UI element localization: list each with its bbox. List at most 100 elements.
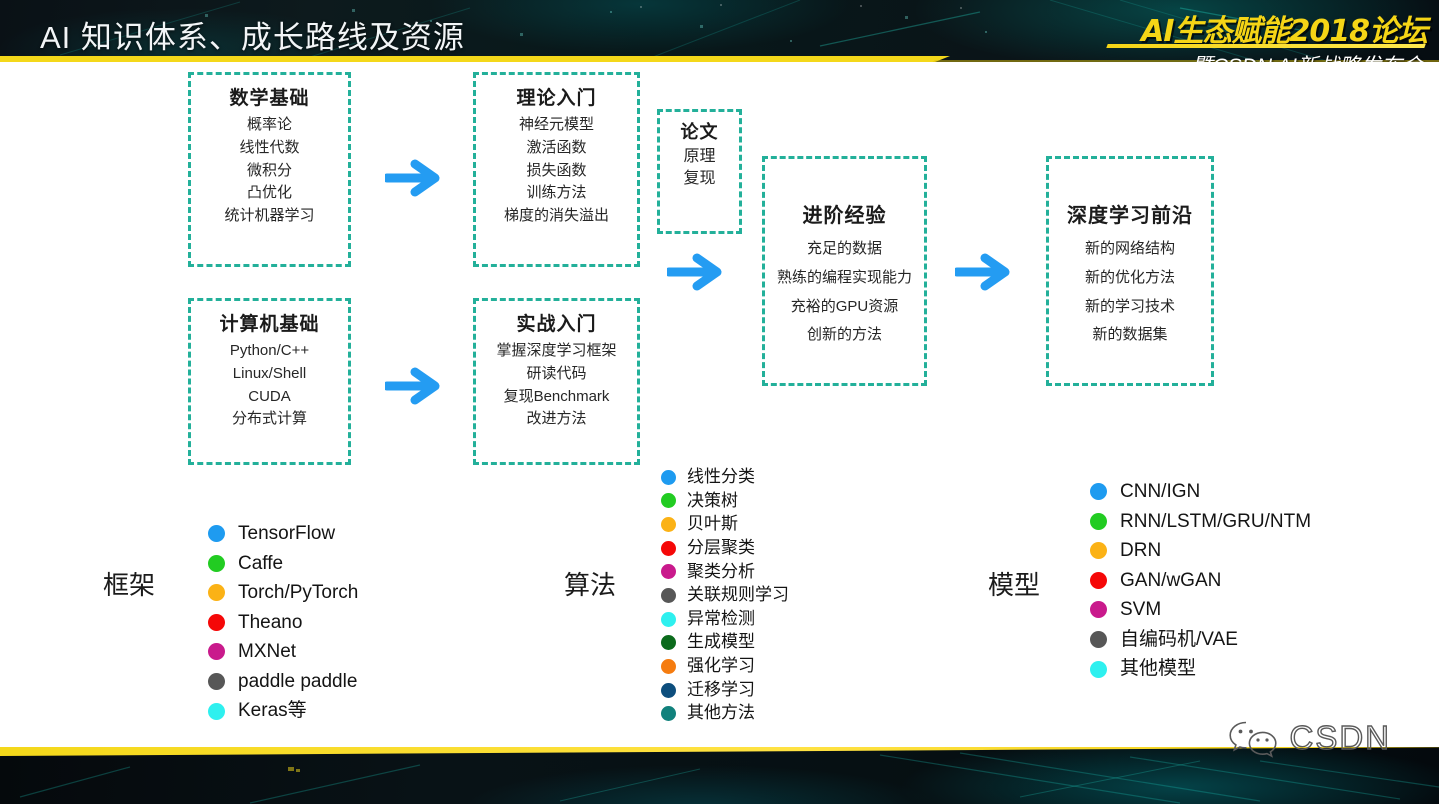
legend-item: RNN/LSTM/GRU/NTM — [1090, 508, 1311, 536]
color-dot — [208, 613, 225, 631]
wechat-icon — [1229, 721, 1278, 758]
legend-item: 强化学习 — [661, 654, 789, 679]
legend-item: 线性分类 — [661, 465, 789, 490]
box-title: 数学基础 — [229, 88, 310, 109]
legend-label: Caffe — [238, 552, 284, 574]
box-item: 创新的方法 — [806, 326, 882, 344]
legend-item: 其他方法 — [661, 701, 789, 726]
legend-item: CNN/IGN — [1090, 478, 1311, 506]
legend-label: 生成模型 — [687, 632, 755, 652]
box-title: 计算机基础 — [219, 314, 320, 335]
slide-body: 数学基础 概率论 线性代数 微积分 凸优化 统计机器学习 计算机基础 Pytho… — [0, 62, 1439, 747]
color-dot — [661, 588, 676, 604]
color-dot — [661, 517, 676, 533]
color-dot — [208, 554, 225, 572]
color-dot — [661, 635, 676, 651]
legend-label: DRN — [1120, 540, 1162, 562]
color-dot — [208, 584, 225, 602]
box-title: 理论入门 — [516, 88, 597, 109]
csdn-wechat-mark: CSDN — [1227, 718, 1391, 758]
color-dot — [208, 643, 225, 661]
legend-label: 迁移学习 — [687, 679, 755, 699]
box-item: Python/C++ — [229, 342, 310, 359]
color-dot — [661, 658, 676, 674]
legend-item: MXNet — [208, 638, 358, 666]
legend-label: 分层聚类 — [687, 537, 755, 557]
legend-label: paddle paddle — [238, 670, 358, 692]
box-advanced-experience: 进阶经验 充足的数据 熟练的编程实现能力 充裕的GPU资源 创新的方法 — [762, 156, 927, 386]
color-dot — [661, 564, 676, 580]
box-item: 原理 — [683, 148, 716, 165]
legend-item: 异常检测 — [661, 607, 789, 632]
legend-item: Torch/PyTorch — [208, 579, 358, 607]
legend-item: 贝叶斯 — [661, 512, 789, 537]
box-item: 凸优化 — [246, 184, 292, 202]
arrow-advanced-to-frontier — [955, 252, 1021, 292]
legend-item: 其他模型 — [1090, 655, 1311, 683]
legend-item: SVM — [1090, 596, 1311, 624]
box-item: 充裕的GPU资源 — [790, 297, 899, 315]
box-item: 分布式计算 — [231, 410, 307, 428]
legend-item: 自编码机/VAE — [1090, 626, 1311, 654]
box-title: 论文 — [680, 122, 719, 142]
page-title: AI 知识体系、成长路线及资源 — [40, 20, 465, 55]
box-item: CUDA — [248, 387, 291, 405]
legend-label: SVM — [1120, 599, 1162, 621]
box-item: 新的网络结构 — [1084, 240, 1175, 257]
box-item: 梯度的消失溢出 — [503, 207, 609, 224]
box-item: 熟练的编程实现能力 — [776, 268, 912, 286]
legend-label: Theano — [238, 611, 303, 633]
color-dot — [1090, 542, 1107, 560]
box-item: 神经元模型 — [518, 116, 594, 133]
color-dot — [208, 525, 225, 543]
legend-label: 强化学习 — [687, 656, 755, 676]
arrow-computer-to-practice — [385, 366, 451, 406]
color-dot — [661, 493, 676, 509]
color-dot — [1090, 571, 1107, 589]
legend-label: 贝叶斯 — [687, 514, 738, 534]
slide-footer — [0, 747, 1439, 804]
legend-label: 关联规则学习 — [687, 585, 789, 605]
legend-label: GAN/wGAN — [1120, 569, 1222, 591]
legend-item: 分层聚类 — [661, 536, 789, 561]
legend-item: 聚类分析 — [661, 560, 789, 585]
box-item: 复现 — [683, 169, 716, 187]
footer-decorative-lines — [19, 752, 1439, 804]
box-title: 进阶经验 — [802, 205, 887, 227]
color-dot — [1090, 660, 1107, 678]
legend-label: CNN/IGN — [1120, 481, 1201, 502]
color-dot — [1090, 512, 1107, 530]
box-item: 新的优化方法 — [1084, 268, 1175, 286]
legend-title-frameworks: 框架 — [103, 570, 156, 600]
arrow-math-to-theory — [385, 158, 451, 198]
legend-label: 其他模型 — [1120, 658, 1197, 680]
box-item: 新的学习技术 — [1084, 297, 1175, 315]
box-item: 概率论 — [246, 116, 292, 133]
legend-item: Keras等 — [208, 697, 358, 725]
legend-title-algorithms: 算法 — [564, 570, 617, 600]
box-item: 损失函数 — [526, 161, 587, 179]
legend-label: 异常检测 — [687, 608, 755, 628]
box-item: Linux/Shell — [232, 364, 307, 382]
legend-label: MXNet — [238, 641, 297, 663]
event-logo-underline — [1106, 44, 1426, 48]
color-dot — [1090, 601, 1107, 619]
color-dot — [208, 702, 225, 720]
csdn-brand-text: CSDN — [1289, 718, 1391, 756]
box-item: 统计机器学习 — [224, 207, 315, 224]
legend-item: Caffe — [208, 550, 358, 578]
box-math-foundation: 数学基础 概率论 线性代数 微积分 凸优化 统计机器学习 — [188, 72, 351, 267]
color-dot — [661, 611, 676, 627]
color-dot — [661, 682, 676, 698]
color-dot — [661, 706, 676, 722]
legend-item: 关联规则学习 — [661, 583, 789, 608]
box-theory-intro: 理论入门 神经元模型 激活函数 损失函数 训练方法 梯度的消失溢出 — [473, 72, 640, 267]
legend-item: DRN — [1090, 537, 1311, 565]
legend-label: 决策树 — [687, 490, 738, 510]
box-item: 复现Benchmark — [503, 387, 610, 405]
box-item: 新的数据集 — [1092, 326, 1168, 344]
legend-item: TensorFlow — [208, 520, 358, 548]
box-item: 线性代数 — [239, 138, 300, 156]
box-deep-learning-frontier: 深度学习前沿 新的网络结构 新的优化方法 新的学习技术 新的数据集 — [1046, 156, 1214, 386]
legend-list-models: CNN/IGN RNN/LSTM/GRU/NTM DRN GAN/wGAN SV… — [1090, 478, 1311, 685]
